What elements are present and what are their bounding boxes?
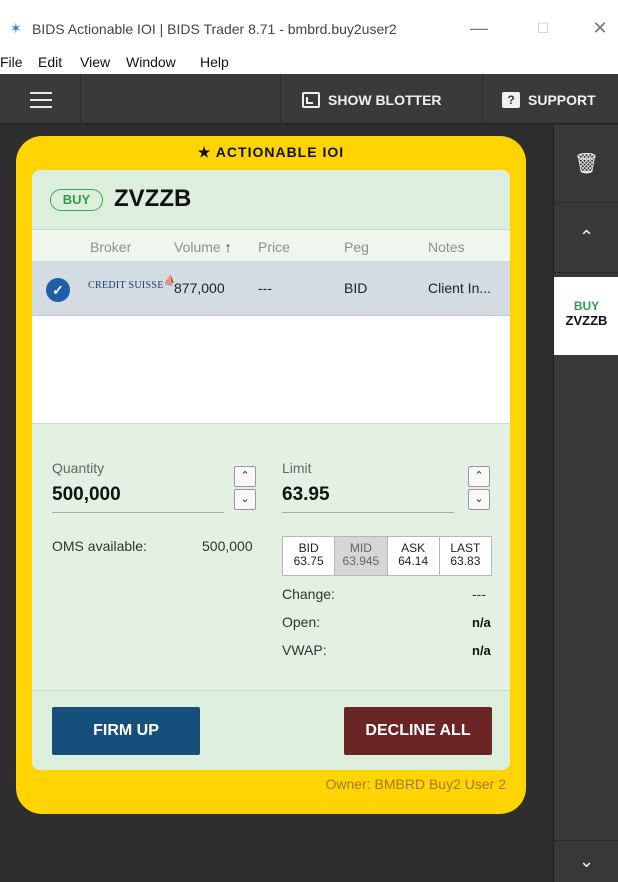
quote-last-button[interactable]: LAST 63.83 xyxy=(440,537,491,575)
menu-view[interactable]: View xyxy=(80,54,110,70)
sidebar-card-side: BUY xyxy=(573,299,600,313)
row-peg: BID xyxy=(344,280,368,296)
column-header-notes[interactable]: Notes xyxy=(428,239,465,255)
quote-bid-value: 63.75 xyxy=(293,554,324,568)
column-header-price[interactable]: Price xyxy=(258,239,290,255)
star-icon: ★ xyxy=(197,144,212,160)
toolbar-divider xyxy=(482,74,483,124)
oms-available-label: OMS available: xyxy=(52,538,147,554)
menu-bar: File Edit View Window Help xyxy=(0,48,618,74)
broker-name: CREDIT SUISSE xyxy=(88,280,164,291)
limit-decrement-button[interactable]: ⌄ xyxy=(468,489,490,510)
action-bar: FIRM UP DECLINE ALL xyxy=(32,690,510,770)
column-header-broker[interactable]: Broker xyxy=(90,239,131,255)
sidebar-ioi-card[interactable]: BUY ZVZZB xyxy=(554,277,618,355)
limit-input[interactable]: 63.95 xyxy=(282,484,330,506)
sidebar-card-symbol: ZVZZB xyxy=(565,313,608,328)
app-logo-icon: ✶ xyxy=(10,20,22,36)
vwap-value: n/a xyxy=(472,643,491,658)
quote-last-value: 63.83 xyxy=(450,554,481,568)
chevron-down-icon: ⌄ xyxy=(578,851,595,871)
ioi-panel: BUY ZVZZB Broker Volume ↑ Price Peg Note… xyxy=(32,170,510,770)
blotter-icon xyxy=(302,92,320,108)
toolbar-divider xyxy=(80,74,81,124)
limit-label: Limit xyxy=(282,460,312,476)
checkmark-icon[interactable]: ✓ xyxy=(46,278,70,302)
row-notes: Client In... xyxy=(428,280,492,296)
maximize-button[interactable]: ☐ xyxy=(528,16,558,40)
open-label: Open: xyxy=(282,614,321,630)
quantity-input[interactable]: 500,000 xyxy=(52,484,121,506)
ioi-card-header: ★ ACTIONABLE IOI xyxy=(16,144,526,161)
clear-all-button[interactable]: 🗑 xyxy=(554,125,618,203)
limit-stepper[interactable]: ⌃ ⌄ xyxy=(468,466,490,510)
quantity-increment-button[interactable]: ⌃ xyxy=(234,466,256,487)
owner-label: Owner: BMBRD Buy2 User 2 xyxy=(325,776,507,792)
window-title: BIDS Actionable IOI | BIDS Trader 8.71 -… xyxy=(32,21,397,37)
broker-logo: CREDIT SUISSE⛵ xyxy=(88,276,176,291)
column-header-volume-label: Volume xyxy=(174,239,221,255)
menu-file[interactable]: File xyxy=(0,54,23,70)
quantity-decrement-button[interactable]: ⌄ xyxy=(234,489,256,510)
close-button[interactable]: ✕ xyxy=(585,16,615,40)
row-price: --- xyxy=(258,280,272,296)
menu-window[interactable]: Window xyxy=(126,54,176,70)
symbol-header: BUY ZVZZB xyxy=(32,170,510,230)
scroll-up-button[interactable]: ⌃ xyxy=(554,203,618,273)
quote-ask-value: 64.14 xyxy=(398,554,429,568)
open-value: n/a xyxy=(472,615,491,630)
help-icon: ? xyxy=(502,92,520,108)
support-button[interactable]: ? SUPPORT xyxy=(502,90,596,110)
hamburger-menu-icon[interactable] xyxy=(30,92,52,108)
ioi-sidebar: 🗑 ⌃ BUY ZVZZB ⌄ xyxy=(553,125,618,882)
chevron-up-icon: ⌃ xyxy=(578,227,595,247)
quantity-stepper[interactable]: ⌃ ⌄ xyxy=(234,466,256,510)
price-quote-selector: BID 63.75 MID 63.945 ASK 64.14 LAST 63.8… xyxy=(282,536,492,576)
support-label: SUPPORT xyxy=(528,92,596,108)
vwap-label: VWAP: xyxy=(282,642,327,658)
limit-underline xyxy=(282,512,454,513)
scroll-down-button[interactable]: ⌄ xyxy=(554,840,618,882)
order-entry-section: Quantity 500,000 ⌃ ⌄ Limit 63.95 ⌃ ⌄ OMS… xyxy=(32,424,510,690)
table-header: Broker Volume ↑ Price Peg Notes xyxy=(32,230,510,262)
limit-increment-button[interactable]: ⌃ xyxy=(468,466,490,487)
decline-all-button[interactable]: DECLINE ALL xyxy=(344,707,492,755)
firm-up-button[interactable]: FIRM UP xyxy=(52,707,200,755)
row-volume: 877,000 xyxy=(174,280,225,296)
ioi-card-title: ACTIONABLE IOI xyxy=(215,144,345,160)
show-blotter-button[interactable]: SHOW BLOTTER xyxy=(302,90,442,110)
column-header-volume[interactable]: Volume ↑ xyxy=(174,239,232,255)
trash-icon: 🗑 xyxy=(573,153,600,175)
quote-bid-button[interactable]: BID 63.75 xyxy=(283,537,336,575)
quantity-label: Quantity xyxy=(52,460,105,476)
symbol-title: ZVZZB xyxy=(114,185,192,212)
oms-available-value: 500,000 xyxy=(202,538,253,554)
show-blotter-label: SHOW BLOTTER xyxy=(328,92,442,108)
actionable-ioi-card: ★ ACTIONABLE IOI BUY ZVZZB Broker Volume… xyxy=(16,136,526,814)
column-header-peg[interactable]: Peg xyxy=(344,239,369,255)
change-label: Change: xyxy=(282,586,335,602)
menu-help[interactable]: Help xyxy=(200,54,229,70)
quote-mid-button[interactable]: MID 63.945 xyxy=(335,537,388,575)
quote-mid-value: 63.945 xyxy=(342,554,380,568)
side-badge: BUY xyxy=(50,189,103,211)
table-empty-area xyxy=(32,316,510,424)
sort-ascending-icon: ↑ xyxy=(224,239,232,255)
quantity-underline xyxy=(52,512,224,513)
menu-edit[interactable]: Edit xyxy=(38,54,62,70)
main-toolbar: SHOW BLOTTER ? SUPPORT xyxy=(0,74,618,124)
change-value: --- xyxy=(472,586,486,602)
table-row[interactable]: ✓ CREDIT SUISSE⛵ 877,000 --- BID Client … xyxy=(32,262,510,316)
quote-ask-button[interactable]: ASK 64.14 xyxy=(388,537,440,575)
toolbar-divider xyxy=(280,74,281,124)
window-titlebar: ✶ BIDS Actionable IOI | BIDS Trader 8.71… xyxy=(0,0,618,48)
minimize-button[interactable]: — xyxy=(464,16,494,40)
